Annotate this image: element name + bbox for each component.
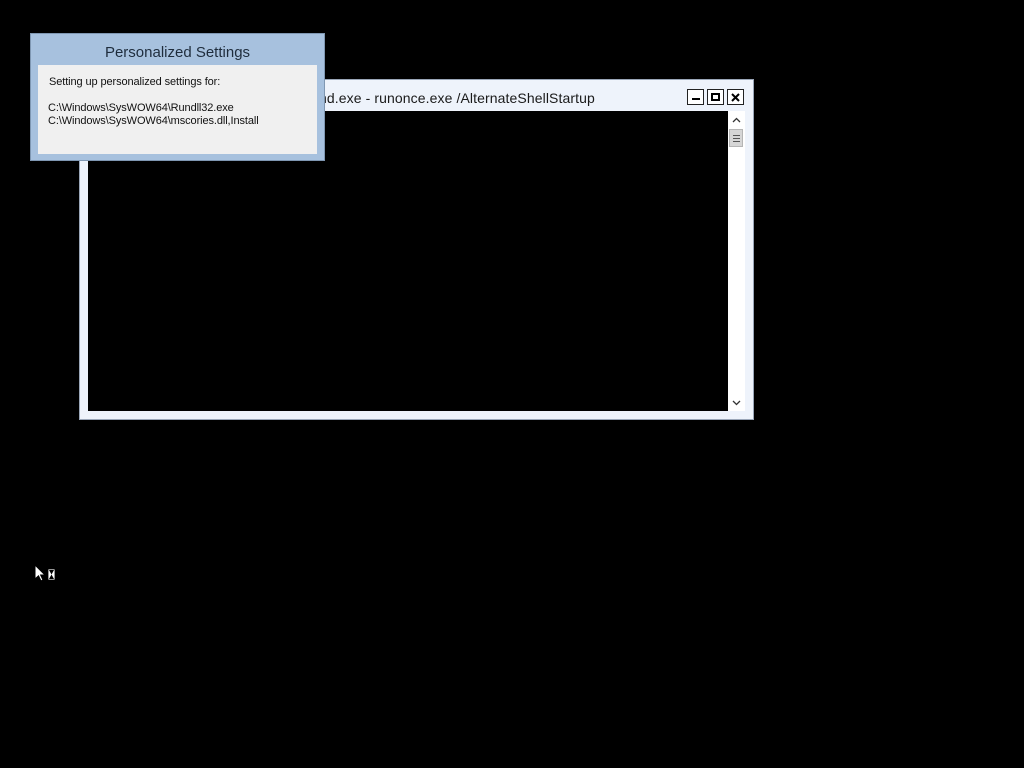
grip-line [732,137,740,139]
dialog-body: Setting up personalized settings for: C:… [38,65,317,154]
dialog-item: C:\Windows\SysWOW64\Rundll32.exe [48,102,234,114]
grip-line [732,140,740,142]
busy-cursor-icon [34,564,56,582]
vertical-scrollbar[interactable] [728,111,745,411]
minimize-icon [691,98,700,100]
maximize-button[interactable] [707,89,724,105]
chevron-up-icon [732,117,741,122]
minimize-button[interactable] [687,89,704,105]
scroll-down-button[interactable] [728,394,745,411]
grip-line [732,134,740,136]
desktop: cmd.exe - runonce.exe /AlternateShellSta… [0,0,1024,768]
chevron-down-icon [732,400,741,405]
cmd-window-title: cmd.exe - runonce.exe /AlternateShellSta… [308,90,595,106]
dialog-title: Personalized Settings [104,44,251,61]
dialog-intro-text: Setting up personalized settings for: [49,76,221,88]
scroll-up-button[interactable] [728,111,745,128]
maximize-icon [711,93,720,101]
dialog-item: C:\Windows\SysWOW64\mscories.dll,Install [48,115,259,127]
close-button[interactable] [727,89,744,105]
personalized-settings-dialog: Personalized Settings Setting up persona… [30,33,325,161]
scroll-thumb[interactable] [729,129,743,147]
close-icon [731,92,740,102]
